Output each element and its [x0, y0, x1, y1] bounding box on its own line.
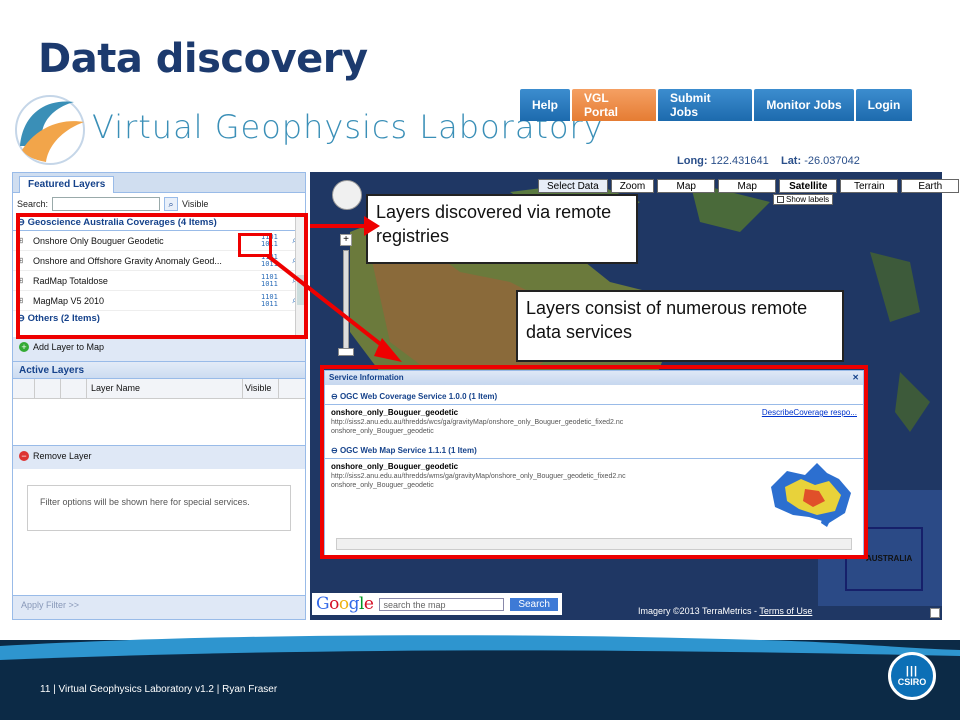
google-logo: Google: [316, 594, 374, 614]
map-search-input[interactable]: search the map: [379, 597, 505, 611]
arrow-line: [266, 254, 390, 352]
imagery-credit: Imagery ©2013 TerraMetrics - Terms of Us…: [638, 606, 812, 616]
csiro-mark-icon: |||: [905, 665, 919, 677]
csiro-text: CSIRO: [897, 677, 927, 687]
map-search-button[interactable]: Search: [510, 597, 558, 611]
footer-wave: [0, 635, 960, 676]
footer-text: 11 | Virtual Geophysics Laboratory v1.2 …: [40, 684, 278, 695]
imagery-text: Imagery ©2013 TerraMetrics -: [638, 606, 760, 616]
terms-link[interactable]: Terms of Use: [759, 606, 812, 616]
csiro-logo: ||| CSIRO: [888, 652, 936, 700]
google-search-bar: Google search the map Search: [312, 593, 562, 615]
arrow-head-icon: [364, 216, 380, 236]
